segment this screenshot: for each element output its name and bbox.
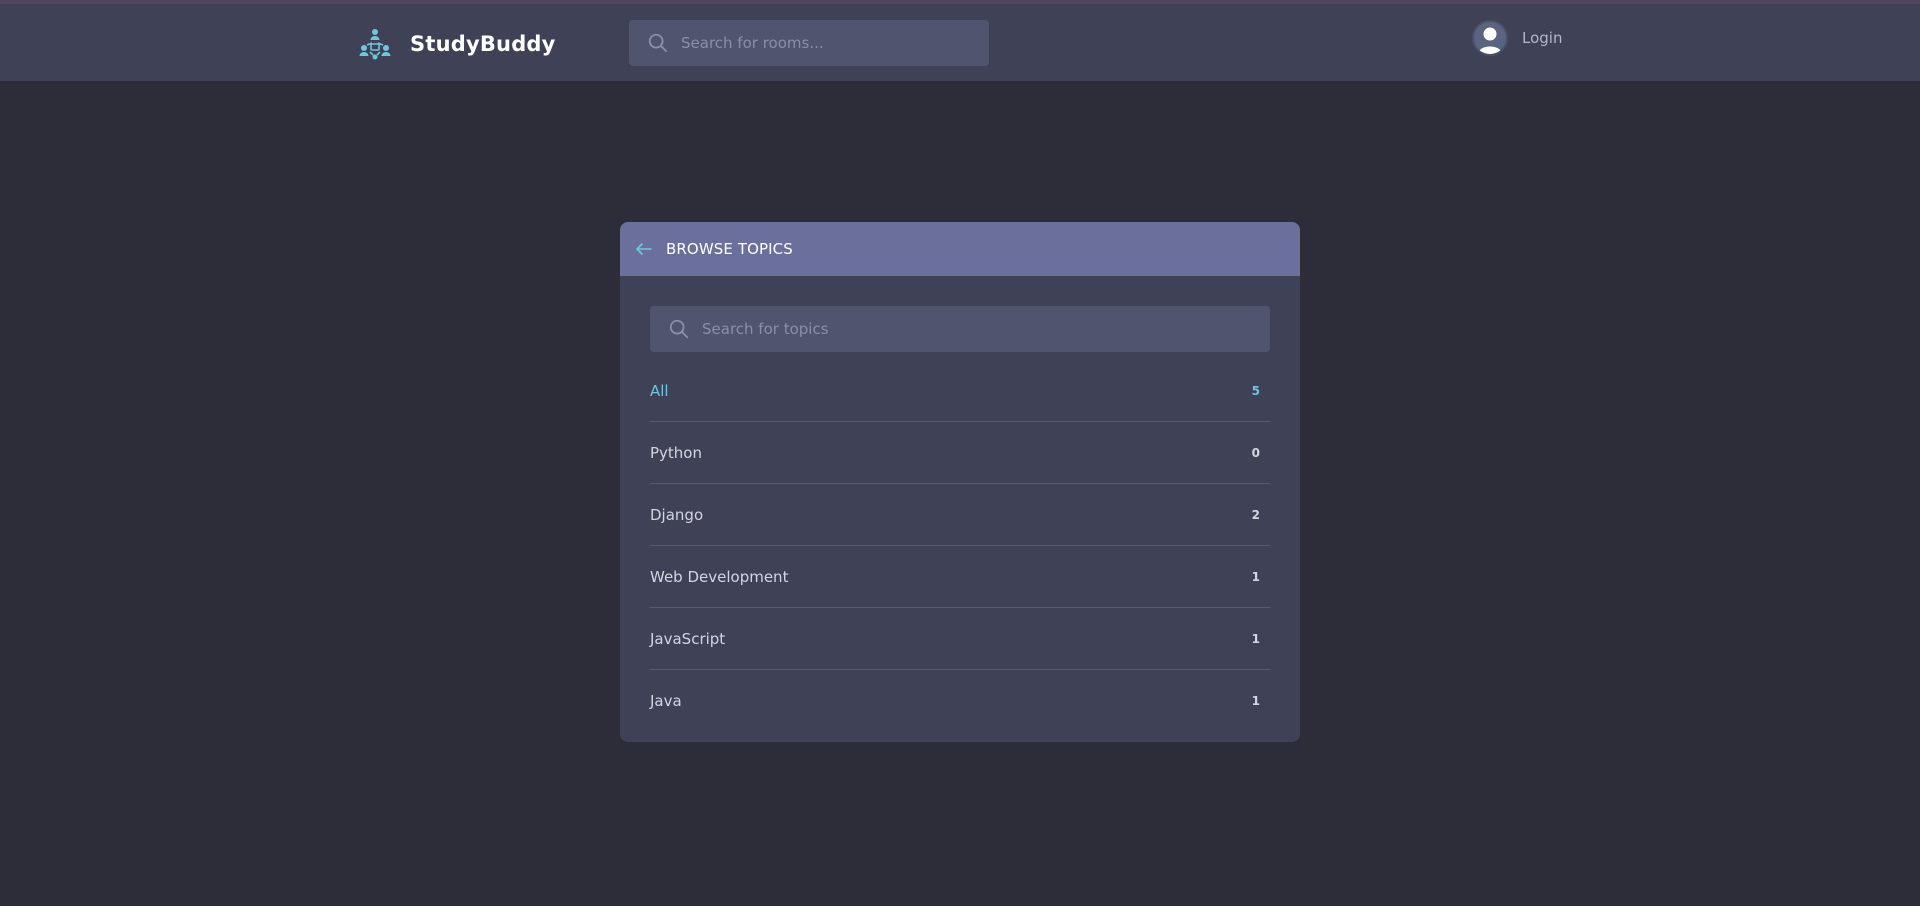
topic-count: 1 bbox=[1251, 694, 1260, 708]
topic-count: 1 bbox=[1251, 631, 1260, 646]
top-navbar: StudyBuddy Login bbox=[0, 4, 1920, 81]
panel-body: All 5 Python 0 Django 2 Web Development … bbox=[620, 276, 1300, 732]
arrow-left-icon[interactable] bbox=[634, 239, 654, 259]
browse-topics-panel: BROWSE TOPICS All 5 Python 0 Django 2 bbox=[620, 222, 1300, 742]
topic-count: 2 bbox=[1251, 507, 1260, 522]
topic-name: All bbox=[650, 381, 669, 400]
search-icon bbox=[648, 33, 668, 53]
topic-count: 1 bbox=[1251, 569, 1260, 584]
topic-item-web-development[interactable]: Web Development 1 bbox=[650, 546, 1270, 608]
topic-item-java[interactable]: Java 1 bbox=[650, 670, 1270, 732]
topic-name: Python bbox=[650, 443, 702, 462]
login-label: Login bbox=[1522, 29, 1563, 47]
user-avatar-icon bbox=[1472, 20, 1508, 56]
topic-name: Java bbox=[650, 692, 682, 710]
topic-item-all[interactable]: All 5 bbox=[650, 360, 1270, 422]
topic-name: Django bbox=[650, 505, 704, 524]
room-search-box[interactable] bbox=[629, 20, 989, 66]
topic-name: Web Development bbox=[650, 567, 789, 586]
topic-item-django[interactable]: Django 2 bbox=[650, 484, 1270, 546]
topic-count: 5 bbox=[1251, 383, 1260, 398]
brand-logo-link[interactable]: StudyBuddy bbox=[358, 26, 556, 62]
brand-name: StudyBuddy bbox=[410, 32, 556, 56]
panel-title: BROWSE TOPICS bbox=[666, 240, 793, 258]
topic-name: JavaScript bbox=[650, 629, 726, 648]
topic-item-python[interactable]: Python 0 bbox=[650, 422, 1270, 484]
panel-header: BROWSE TOPICS bbox=[620, 222, 1300, 276]
people-network-icon bbox=[359, 29, 391, 60]
topic-count: 0 bbox=[1251, 445, 1260, 460]
login-link[interactable]: Login bbox=[1472, 19, 1562, 57]
search-icon bbox=[669, 319, 689, 339]
room-search-input[interactable] bbox=[681, 34, 989, 52]
topic-search-input[interactable] bbox=[702, 320, 1270, 338]
topic-search-box[interactable] bbox=[650, 306, 1270, 352]
topic-item-javascript[interactable]: JavaScript 1 bbox=[650, 608, 1270, 670]
topic-list: All 5 Python 0 Django 2 Web Development … bbox=[650, 360, 1270, 732]
